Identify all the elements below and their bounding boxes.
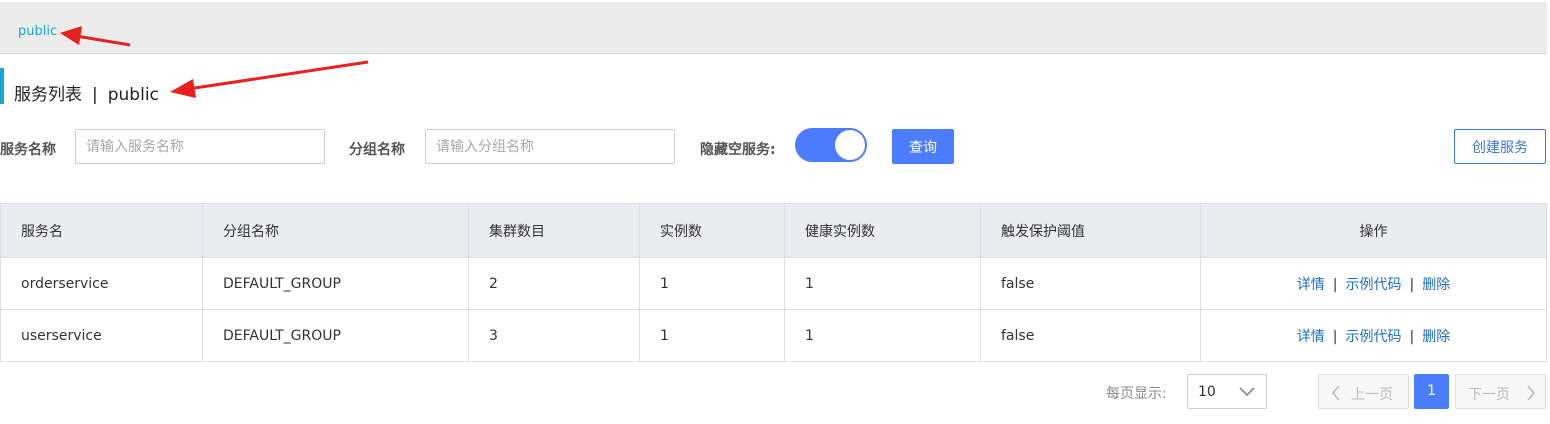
cell-protect-threshold: false <box>980 257 1201 310</box>
namespace-public-link[interactable]: public <box>18 24 57 39</box>
cell-instance-count: 1 <box>639 309 785 362</box>
table-header-row: 服务名 分组名称 集群数目 实例数 健康实例数 触发保护阈值 操作 <box>0 203 1547 258</box>
col-header-healthy-instance-count: 健康实例数 <box>784 203 981 258</box>
chevron-down-icon <box>1239 387 1255 397</box>
page-title-separator: | <box>92 85 98 105</box>
service-table: 服务名 分组名称 集群数目 实例数 健康实例数 触发保护阈值 操作 orders… <box>0 203 1547 362</box>
col-header-service-name: 服务名 <box>0 203 203 258</box>
per-page-label: 每页显示: <box>1106 386 1167 402</box>
chevron-right-icon <box>1527 385 1536 401</box>
cell-healthy-count: 1 <box>784 309 981 362</box>
chevron-left-icon <box>1331 385 1340 401</box>
detail-link[interactable]: 详情 <box>1297 277 1325 293</box>
service-name-label: 服务名称 <box>0 142 56 158</box>
table-row: orderservice DEFAULT_GROUP 2 1 1 false 详… <box>0 257 1547 310</box>
cell-instance-count: 1 <box>639 257 785 310</box>
cell-protect-threshold: false <box>980 309 1201 362</box>
col-header-operations: 操作 <box>1200 203 1547 258</box>
col-header-instance-count: 实例数 <box>639 203 785 258</box>
next-page-button[interactable]: 下一页 <box>1455 374 1546 409</box>
table-row: userservice DEFAULT_GROUP 3 1 1 false 详情… <box>0 309 1547 362</box>
col-header-group-name: 分组名称 <box>202 203 469 258</box>
next-page-label: 下一页 <box>1468 387 1510 403</box>
op-separator: | <box>1332 328 1338 345</box>
cell-group-name: DEFAULT_GROUP <box>202 257 469 310</box>
service-name-input[interactable] <box>75 129 325 164</box>
sample-code-link[interactable]: 示例代码 <box>1346 277 1402 293</box>
delete-link[interactable]: 删除 <box>1422 329 1450 345</box>
cell-operations: 详情 | 示例代码 | 删除 <box>1200 257 1547 310</box>
cell-service-name: orderservice <box>0 257 203 310</box>
prev-page-button[interactable]: 上一页 <box>1318 374 1409 409</box>
hide-empty-services-toggle[interactable] <box>795 128 867 162</box>
op-separator: | <box>1409 276 1415 293</box>
page-title-text: 服务列表 | public <box>14 80 159 105</box>
page-size-select[interactable]: 10 <box>1187 374 1267 409</box>
page-size-value: 10 <box>1198 384 1216 400</box>
toggle-knob <box>835 130 865 160</box>
namespace-bar: public <box>0 2 1547 54</box>
sample-code-link[interactable]: 示例代码 <box>1346 329 1402 345</box>
detail-link[interactable]: 详情 <box>1297 329 1325 345</box>
cell-operations: 详情 | 示例代码 | 删除 <box>1200 309 1547 362</box>
page-title-namespace: public <box>107 85 159 105</box>
cell-group-name: DEFAULT_GROUP <box>202 309 469 362</box>
delete-link[interactable]: 删除 <box>1422 277 1450 293</box>
current-page-button[interactable]: 1 <box>1414 374 1449 409</box>
col-header-protect-threshold: 触发保护阈值 <box>980 203 1201 258</box>
title-accent-bar <box>0 68 4 104</box>
cell-service-name: userservice <box>0 309 203 362</box>
page-title-main: 服务列表 <box>14 85 82 105</box>
op-separator: | <box>1332 276 1338 293</box>
op-separator: | <box>1409 328 1415 345</box>
group-name-input[interactable] <box>425 129 675 164</box>
service-list-page: public 服务列表 | public 服务名称 分组名称 隐藏空服务: 查询 创… <box>0 0 1550 424</box>
hide-empty-services-label: 隐藏空服务: <box>700 142 776 158</box>
col-header-cluster-count: 集群数目 <box>468 203 640 258</box>
group-name-label: 分组名称 <box>349 142 405 158</box>
prev-page-label: 上一页 <box>1351 387 1393 403</box>
cell-cluster-count: 3 <box>468 309 640 362</box>
create-service-button[interactable]: 创建服务 <box>1454 129 1546 164</box>
query-button[interactable]: 查询 <box>892 129 954 164</box>
cell-cluster-count: 2 <box>468 257 640 310</box>
cell-healthy-count: 1 <box>784 257 981 310</box>
annotation-arrow <box>170 60 369 98</box>
